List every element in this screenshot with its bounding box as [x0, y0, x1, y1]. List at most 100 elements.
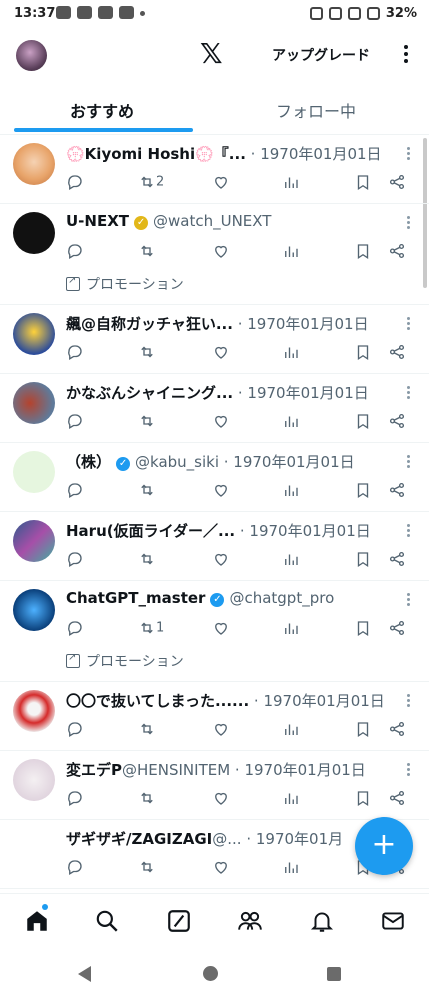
views-icon[interactable]: [282, 481, 300, 499]
notifications-icon[interactable]: [309, 908, 335, 938]
reply-icon[interactable]: [66, 858, 84, 876]
grok-icon[interactable]: [166, 908, 192, 938]
post-more-icon[interactable]: [405, 214, 411, 231]
post-author-name[interactable]: 💮Kiyomi Hoshi💮『...: [66, 145, 246, 163]
post-item[interactable]: U-NEXT ✓ @watch_UNEXT プロモーション: [0, 204, 429, 305]
tab-following[interactable]: フォロー中: [276, 98, 356, 122]
reply-icon[interactable]: [66, 173, 84, 191]
post-item[interactable]: Haru(仮面ライダー／... · 1970年01月01日: [0, 512, 429, 581]
retweet-icon[interactable]: [138, 789, 156, 807]
share-icon[interactable]: [388, 720, 406, 738]
post-avatar[interactable]: [13, 520, 55, 562]
post-avatar[interactable]: [13, 589, 55, 631]
bookmark-icon[interactable]: [354, 481, 372, 499]
bookmark-icon[interactable]: [354, 343, 372, 361]
reply-icon[interactable]: [66, 343, 84, 361]
back-icon[interactable]: [78, 966, 91, 982]
post-author-name[interactable]: 飆@自称ガッチャ狂い...: [66, 315, 233, 333]
views-icon[interactable]: [282, 412, 300, 430]
post-author-name[interactable]: 変エデP: [66, 761, 122, 779]
post-avatar[interactable]: [13, 313, 55, 355]
views-icon[interactable]: [282, 550, 300, 568]
like-icon[interactable]: [212, 550, 230, 568]
bookmark-icon[interactable]: [354, 173, 372, 191]
post-item[interactable]: 〇〇で抜いてしまった...... · 1970年01月01日: [0, 682, 429, 751]
post-avatar[interactable]: [13, 212, 55, 254]
more-options-icon[interactable]: [399, 42, 413, 68]
retweet-icon[interactable]: [138, 858, 156, 876]
share-icon[interactable]: [388, 173, 406, 191]
post-author-name[interactable]: U-NEXT: [66, 212, 129, 230]
reply-icon[interactable]: [66, 481, 84, 499]
profile-avatar[interactable]: [16, 40, 47, 71]
share-icon[interactable]: [388, 412, 406, 430]
views-icon[interactable]: [282, 343, 300, 361]
post-avatar[interactable]: [13, 451, 55, 493]
retweet-icon[interactable]: [138, 343, 156, 361]
home-icon[interactable]: [24, 908, 50, 938]
post-item[interactable]: 💮Kiyomi Hoshi💮『... · 1970年01月01日 2: [0, 135, 429, 204]
home-circle-icon[interactable]: [203, 966, 218, 981]
communities-icon[interactable]: [237, 908, 263, 938]
reply-icon[interactable]: [66, 720, 84, 738]
post-item[interactable]: （株） ✓ @kabu_siki · 1970年01月01日: [0, 443, 429, 512]
messages-icon[interactable]: [380, 908, 406, 938]
share-icon[interactable]: [388, 481, 406, 499]
post-author-name[interactable]: Haru(仮面ライダー／...: [66, 522, 235, 540]
share-icon[interactable]: [388, 789, 406, 807]
like-icon[interactable]: [212, 789, 230, 807]
post-avatar[interactable]: [13, 382, 55, 424]
reply-icon[interactable]: [66, 412, 84, 430]
post-author-name[interactable]: ザギザギ/ZAGIZAGI: [66, 830, 212, 848]
bookmark-icon[interactable]: [354, 242, 372, 260]
post-more-icon[interactable]: [405, 692, 411, 709]
post-more-icon[interactable]: [405, 315, 411, 332]
post-author-name[interactable]: 〇〇で抜いてしまった......: [66, 692, 249, 710]
post-more-icon[interactable]: [405, 761, 411, 778]
post-avatar[interactable]: [13, 143, 55, 185]
bookmark-icon[interactable]: [354, 550, 372, 568]
bookmark-icon[interactable]: [354, 720, 372, 738]
views-icon[interactable]: [282, 619, 300, 637]
post-author-name[interactable]: ChatGPT_master: [66, 589, 205, 607]
like-icon[interactable]: [212, 412, 230, 430]
post-item[interactable]: 飆@自称ガッチャ狂い... · 1970年01月01日: [0, 305, 429, 374]
views-icon[interactable]: [282, 858, 300, 876]
share-icon[interactable]: [388, 550, 406, 568]
post-more-icon[interactable]: [405, 522, 411, 539]
tab-for-you[interactable]: おすすめ: [70, 98, 134, 122]
retweet-icon[interactable]: [138, 412, 156, 430]
retweet-icon[interactable]: 2: [138, 173, 164, 191]
post-item[interactable]: かなぶんシャイニング... · 1970年01月01日: [0, 374, 429, 443]
post-more-icon[interactable]: [405, 384, 411, 401]
reply-icon[interactable]: [66, 242, 84, 260]
post-avatar[interactable]: [13, 759, 55, 801]
bookmark-icon[interactable]: [354, 789, 372, 807]
post-author-name[interactable]: （株）: [66, 453, 111, 471]
post-avatar[interactable]: [13, 828, 55, 870]
like-icon[interactable]: [212, 858, 230, 876]
views-icon[interactable]: [282, 789, 300, 807]
compose-post-button[interactable]: +: [355, 817, 413, 875]
views-icon[interactable]: [282, 242, 300, 260]
search-icon[interactable]: [94, 908, 120, 938]
like-icon[interactable]: [212, 242, 230, 260]
retweet-icon[interactable]: [138, 720, 156, 738]
reply-icon[interactable]: [66, 789, 84, 807]
bookmark-icon[interactable]: [354, 412, 372, 430]
retweet-icon[interactable]: [138, 481, 156, 499]
retweet-icon[interactable]: [138, 550, 156, 568]
like-icon[interactable]: [212, 481, 230, 499]
retweet-icon[interactable]: [138, 242, 156, 260]
like-icon[interactable]: [212, 720, 230, 738]
upgrade-button[interactable]: アップグレード: [272, 45, 370, 65]
like-icon[interactable]: [212, 343, 230, 361]
share-icon[interactable]: [388, 619, 406, 637]
post-more-icon[interactable]: [405, 453, 411, 470]
like-icon[interactable]: [212, 173, 230, 191]
post-more-icon[interactable]: [405, 145, 411, 162]
post-item[interactable]: 変エデP@HENSINITEM · 1970年01月01日: [0, 751, 429, 820]
reply-icon[interactable]: [66, 550, 84, 568]
recent-apps-icon[interactable]: [327, 967, 341, 981]
like-icon[interactable]: [212, 619, 230, 637]
